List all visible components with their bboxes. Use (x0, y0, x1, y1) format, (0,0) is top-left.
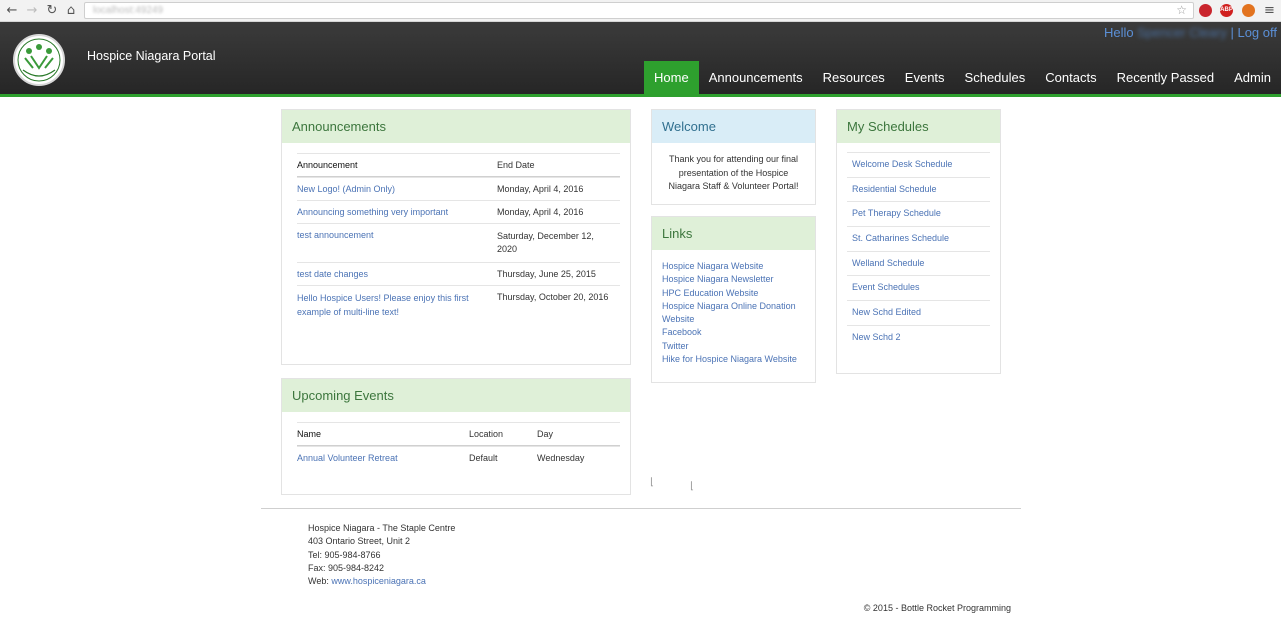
announcements-panel: Announcements Announcement End Date New … (281, 109, 631, 365)
logoff-link[interactable]: Log off (1237, 25, 1277, 40)
link-hike-for-hospice[interactable]: Hike for Hospice Niagara Website (662, 353, 805, 366)
address-bar[interactable]: localhost:49249 ☆ (84, 2, 1194, 19)
schedule-link[interactable]: New Schd 2 (847, 324, 990, 350)
link-twitter[interactable]: Twitter (662, 340, 805, 353)
col-location-header: Location (469, 429, 504, 439)
footer-web-link[interactable]: www.hospiceniagara.ca (331, 576, 426, 586)
schedule-link[interactable]: Event Schedules (847, 275, 990, 300)
nav-recently-passed[interactable]: Recently Passed (1107, 61, 1225, 95)
star-icon[interactable]: ☆ (1176, 3, 1187, 17)
user-greeting: Hello Spencer Cleary | Log off (1104, 25, 1277, 40)
col-name-header: Name (297, 429, 322, 439)
col-announcement-header: Announcement (297, 160, 358, 170)
main-nav: Home Announcements Resources Events Sche… (644, 61, 1281, 95)
announcement-link[interactable]: test announcement (297, 230, 497, 256)
footer-web-label: Web: (308, 576, 329, 587)
home-icon[interactable]: ⌂ (63, 3, 79, 19)
back-icon[interactable]: ← (4, 3, 20, 19)
links-list: Hospice Niagara Website Hospice Niagara … (652, 250, 815, 376)
my-schedules-panel: My Schedules Welcome Desk Schedule Resid… (836, 109, 1001, 374)
welcome-title: Welcome (652, 110, 815, 143)
events-title: Upcoming Events (282, 379, 630, 412)
end-date: Monday, April 4, 2016 (497, 207, 584, 217)
site-title[interactable]: Hospice Niagara Portal (87, 49, 216, 63)
table-row: test date changes Thursday, June 25, 201… (297, 262, 620, 285)
hospice-niagara-logo[interactable] (13, 34, 65, 86)
table-row: Announcing something very important Mond… (297, 200, 620, 223)
nav-home[interactable]: Home (644, 61, 699, 95)
schedule-link[interactable]: Pet Therapy Schedule (847, 201, 990, 226)
browser-toolbar: ← → ↻ ⌂ localhost:49249 ☆ ABP ≡ (0, 0, 1281, 22)
announcement-link[interactable]: test date changes (297, 269, 497, 279)
nav-announcements[interactable]: Announcements (699, 61, 813, 95)
hello-label: Hello (1103, 25, 1134, 40)
announcement-link[interactable]: Hello Hospice Users! Please enjoy this f… (297, 292, 497, 319)
footer-address: 403 Ontario Street, Unit 2 (308, 536, 411, 547)
table-row: Hello Hospice Users! Please enjoy this f… (297, 285, 620, 325)
link-newsletter[interactable]: Hospice Niagara Newsletter (662, 273, 805, 286)
link-facebook[interactable]: Facebook (662, 326, 805, 339)
user-name-link[interactable]: Spencer Cleary (1137, 25, 1227, 40)
cursor-icon: ⌊ (690, 481, 694, 492)
link-hospice-website[interactable]: Hospice Niagara Website (662, 260, 805, 273)
browser-menu-icon[interactable]: ≡ (1264, 3, 1275, 18)
url-text: localhost:49249 (93, 5, 164, 16)
announcements-table: Announcement End Date New Logo! (Admin O… (297, 153, 620, 325)
announcement-link[interactable]: New Logo! (Admin Only) (297, 184, 497, 194)
links-panel: Links Hospice Niagara Website Hospice Ni… (651, 216, 816, 383)
extension-icon[interactable] (1199, 4, 1212, 17)
site-header: Hospice Niagara Portal Hello Spencer Cle… (0, 22, 1281, 97)
link-hpc-education[interactable]: HPC Education Website (662, 287, 805, 300)
nav-resources[interactable]: Resources (813, 61, 895, 95)
table-row: test announcement Saturday, December 12,… (297, 223, 620, 262)
schedule-link[interactable]: St. Catharines Schedule (847, 226, 990, 251)
events-table: Name Location Day Annual Volunteer Retre… (297, 422, 620, 469)
announcement-link[interactable]: Announcing something very important (297, 207, 497, 217)
links-title: Links (652, 217, 815, 250)
extension-icon[interactable] (1242, 4, 1255, 17)
event-link[interactable]: Annual Volunteer Retreat (297, 453, 469, 463)
col-end-date-header: End Date (497, 160, 535, 170)
cursor-icon: ⌊ (650, 477, 654, 488)
nav-admin[interactable]: Admin (1224, 61, 1281, 95)
end-date: Thursday, June 25, 2015 (497, 269, 596, 279)
end-date: Saturday, December 12, 2020 (497, 231, 594, 254)
event-location: Default (469, 453, 498, 463)
nav-events[interactable]: Events (895, 61, 955, 95)
schedule-link[interactable]: Welcome Desk Schedule (847, 152, 990, 177)
footer-org: Hospice Niagara - The Staple Centre (308, 523, 456, 533)
welcome-panel: Welcome Thank you for attending our fina… (651, 109, 816, 205)
separator: | (1230, 25, 1234, 40)
announcements-title: Announcements (282, 110, 630, 143)
schedules-list: Welcome Desk Schedule Residential Schedu… (847, 152, 990, 350)
table-header: Announcement End Date (297, 153, 620, 177)
welcome-text: Thank you for attending our final presen… (668, 154, 799, 191)
footer-divider (261, 508, 1021, 509)
footer-fax: Fax: 905-984-8242 (308, 562, 385, 573)
schedule-link[interactable]: New Schd Edited (847, 300, 990, 325)
copyright: © 2015 - Bottle Rocket Programming (863, 603, 1011, 613)
table-row: Annual Volunteer Retreat Default Wednesd… (297, 446, 620, 469)
event-day: Wednesday (537, 453, 585, 463)
schedules-title: My Schedules (837, 110, 1000, 143)
reload-icon[interactable]: ↻ (44, 3, 60, 19)
end-date: Thursday, October 20, 2016 (497, 292, 609, 302)
table-header: Name Location Day (297, 422, 620, 446)
footer-web: Web: www.hospiceniagara.ca (308, 575, 455, 588)
link-online-donation[interactable]: Hospice Niagara Online Donation Website (662, 300, 805, 327)
nav-schedules[interactable]: Schedules (955, 61, 1036, 95)
adblock-icon[interactable]: ABP (1220, 4, 1233, 17)
footer-contact: Hospice Niagara - The Staple Centre 403 … (308, 522, 455, 588)
schedule-link[interactable]: Welland Schedule (847, 250, 990, 276)
col-day-header: Day (537, 429, 554, 439)
schedule-link[interactable]: Residential Schedule (847, 176, 990, 202)
nav-contacts[interactable]: Contacts (1035, 61, 1106, 95)
forward-icon[interactable]: → (24, 3, 40, 19)
table-row: New Logo! (Admin Only) Monday, April 4, … (297, 177, 620, 200)
end-date: Monday, April 4, 2016 (497, 184, 584, 194)
upcoming-events-panel: Upcoming Events Name Location Day Annual… (281, 378, 631, 495)
footer-tel: Tel: 905-984-8766 (308, 549, 381, 560)
